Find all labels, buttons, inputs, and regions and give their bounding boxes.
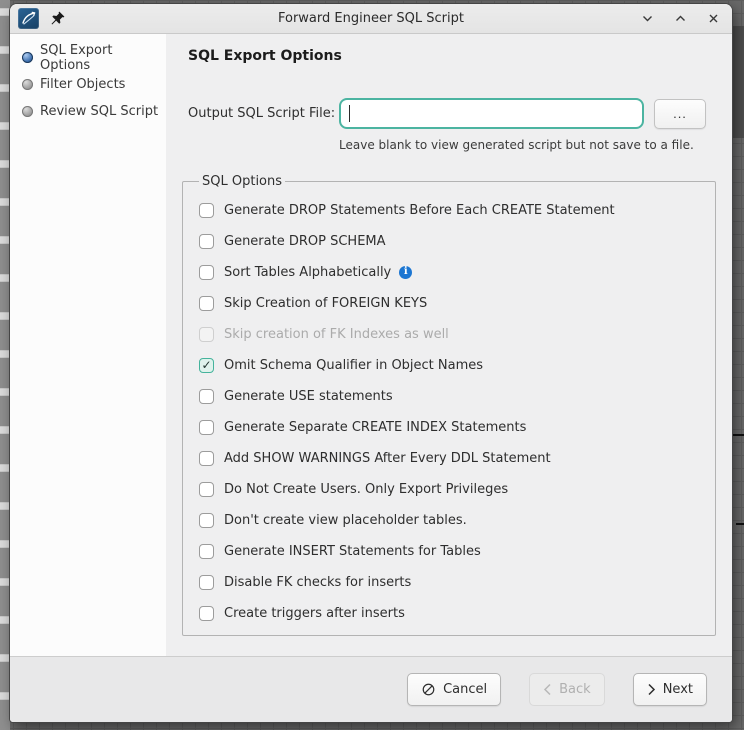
close-icon[interactable] [706,12,720,26]
background-tools-toolbar [0,0,10,730]
checkbox-label: Do Not Create Users. Only Export Privile… [224,482,508,497]
step-dot-icon [22,52,33,63]
sidebar-step[interactable]: Review SQL Script [22,103,166,120]
checkbox[interactable] [199,203,214,218]
checkbox-label: Generate DROP SCHEMA [224,234,386,249]
step-dot-icon [22,79,33,90]
minimize-icon[interactable] [640,12,654,26]
checkbox-row[interactable]: Generate DROP SCHEMA i [199,232,705,250]
text-caret [349,105,350,122]
checkbox-row[interactable]: Create triggers after inserts i [199,604,705,622]
checkbox[interactable] [199,296,214,311]
chevron-left-icon [543,683,552,696]
back-label: Back [559,682,591,697]
background-diagram-line [736,523,744,525]
checkbox-row[interactable]: Don't create view placeholder tables. i [199,511,705,529]
checkbox[interactable] [199,606,214,621]
checkbox-row[interactable]: Omit Schema Qualifier in Object Names i [199,356,705,374]
chevron-right-icon [647,683,656,696]
window-controls [640,12,720,26]
background-diagram-figure [731,26,744,138]
output-file-input[interactable] [339,98,644,129]
checkbox[interactable] [199,420,214,435]
checkbox[interactable] [199,234,214,249]
browse-button[interactable]: ... [654,99,706,129]
checkbox[interactable] [199,451,214,466]
checkbox[interactable] [199,513,214,528]
output-file-label: Output SQL Script File: [188,106,339,121]
checkbox-list: Generate DROP Statements Before Each CRE… [199,201,705,622]
checkbox[interactable] [199,482,214,497]
output-file-hint: Leave blank to view generated script but… [339,138,714,152]
window-title: Forward Engineer SQL Script [10,11,732,26]
checkbox-row[interactable]: Generate USE statements i [199,387,705,405]
cancel-button[interactable]: Cancel [407,673,501,706]
maximize-icon[interactable] [673,12,687,26]
checkbox[interactable] [199,544,214,559]
checkbox[interactable] [199,358,214,373]
step-dot-icon [22,106,33,117]
sidebar-step[interactable]: Filter Objects [22,76,166,93]
checkbox-label: Omit Schema Qualifier in Object Names [224,358,483,373]
main-panel: SQL Export Options Output SQL Script Fil… [166,34,732,656]
checkbox-label: Skip creation of FK Indexes as well [224,327,449,342]
checkbox-row[interactable]: Generate Separate CREATE INDEX Statement… [199,418,705,436]
page-title: SQL Export Options [188,48,714,64]
cancel-label: Cancel [443,682,487,697]
checkbox-label: Don't create view placeholder tables. [224,513,467,528]
wizard-steps-sidebar: SQL Export Options Filter Objects Review… [10,34,166,656]
step-label: Filter Objects [40,77,125,92]
checkbox-label: Generate Separate CREATE INDEX Statement… [224,420,526,435]
forward-engineer-dialog: Forward Engineer SQL Script SQL Export O… [10,4,732,722]
checkbox-label: Generate USE statements [224,389,393,404]
checkbox-row[interactable]: Sort Tables Alphabetically i [199,263,705,281]
next-label: Next [663,682,693,697]
checkbox-label: Create triggers after inserts [224,606,405,621]
title-bar: Forward Engineer SQL Script [10,4,732,34]
checkbox-row[interactable]: Do Not Create Users. Only Export Privile… [199,480,705,498]
footer-bar: Cancel Back Next [10,656,732,722]
checkbox-row[interactable]: Generate DROP Statements Before Each CRE… [199,201,705,219]
checkbox-label: Add SHOW WARNINGS After Every DDL Statem… [224,451,551,466]
step-label: SQL Export Options [40,43,166,73]
output-file-row: Output SQL Script File: ... [188,98,714,129]
checkbox-label: Generate DROP Statements Before Each CRE… [224,203,615,218]
dialog-body: SQL Export Options Filter Objects Review… [10,34,732,656]
checkbox-label: Sort Tables Alphabetically [224,265,391,280]
back-button[interactable]: Back [529,673,605,706]
checkbox[interactable] [199,327,214,342]
checkbox-row[interactable]: Skip Creation of FOREIGN KEYS i [199,294,705,312]
step-label: Review SQL Script [40,104,158,119]
checkbox-label: Generate INSERT Statements for Tables [224,544,481,559]
checkbox-row[interactable]: Generate INSERT Statements for Tables i [199,542,705,560]
info-icon[interactable]: i [399,266,412,279]
sql-options-group: SQL Options Generate DROP Statements Bef… [182,174,716,636]
pin-dialog-icon[interactable] [50,11,66,27]
no-entry-icon [421,682,436,697]
background-diagram-line [733,434,744,436]
checkbox-label: Disable FK checks for inserts [224,575,411,590]
checkbox-row[interactable]: Disable FK checks for inserts i [199,573,705,591]
checkbox-row[interactable]: Add SHOW WARNINGS After Every DDL Statem… [199,449,705,467]
checkbox[interactable] [199,265,214,280]
mysql-workbench-logo-icon [18,8,39,29]
output-file-input-wrap [339,98,644,129]
sidebar-step[interactable]: SQL Export Options [22,49,166,66]
checkbox-row[interactable]: Skip creation of FK Indexes as well i [199,325,705,343]
next-button[interactable]: Next [633,673,707,706]
checkbox[interactable] [199,575,214,590]
sql-options-legend: SQL Options [199,174,285,189]
checkbox[interactable] [199,389,214,404]
checkbox-label: Skip Creation of FOREIGN KEYS [224,296,427,311]
